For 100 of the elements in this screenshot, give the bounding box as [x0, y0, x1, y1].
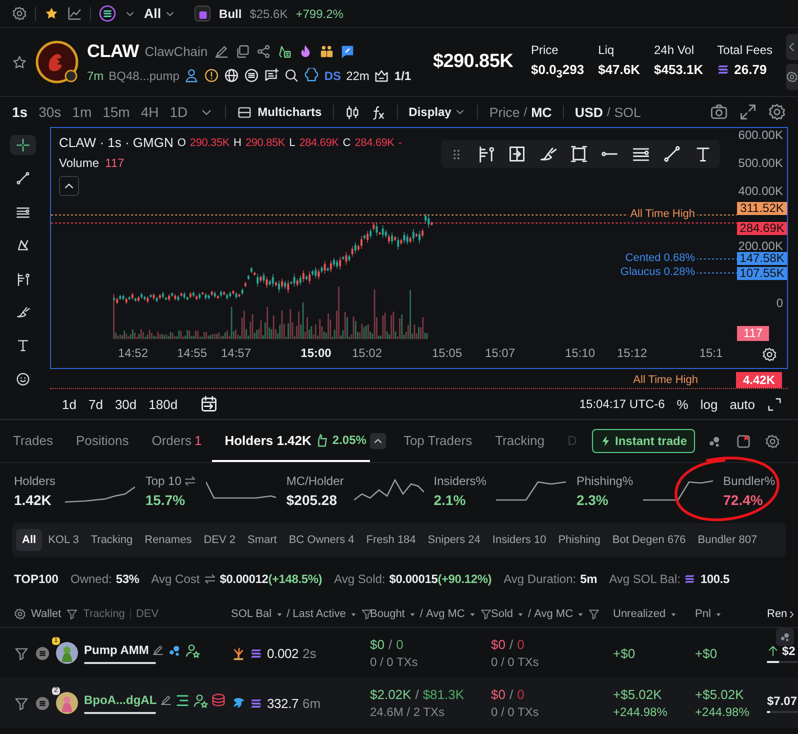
layout-icon[interactable] — [236, 104, 252, 120]
bubble-map-button[interactable] — [776, 628, 794, 646]
settings-icon[interactable] — [765, 434, 780, 448]
menu-icon[interactable] — [35, 696, 50, 710]
solana-coin-icon[interactable] — [99, 5, 116, 22]
settings-icon[interactable] — [762, 347, 777, 362]
column-header[interactable]: Last Active — [292, 608, 346, 620]
filter-chip[interactable]: BC Owners 4 — [282, 529, 360, 551]
expand-icon[interactable] — [739, 103, 757, 121]
filter-chip[interactable]: Insiders 10 — [486, 529, 552, 551]
tab[interactable]: Tracking — [482, 420, 554, 462]
price-chart[interactable] — [50, 127, 788, 369]
filter-chip[interactable]: All — [16, 529, 42, 551]
people-icon[interactable] — [318, 44, 334, 59]
filter-icon[interactable] — [14, 696, 29, 710]
range-button[interactable]: 7d — [88, 396, 103, 412]
chevron-right-icon[interactable] — [787, 610, 796, 618]
chef-hat-icon[interactable] — [304, 68, 320, 83]
column-header[interactable]: Tracking — [83, 608, 125, 620]
filter-chip[interactable]: Smart — [242, 529, 283, 551]
layers-icon[interactable] — [210, 692, 226, 708]
pencil-icon[interactable] — [214, 44, 229, 59]
fullscreen-icon[interactable] — [767, 396, 782, 412]
display-dropdown[interactable]: Display — [408, 105, 466, 119]
fibonacci-icon[interactable] — [477, 145, 495, 163]
coin-icon[interactable] — [244, 68, 260, 83]
filter-chip[interactable]: Tracking — [84, 529, 139, 551]
column-header[interactable]: Avg MC — [534, 608, 574, 620]
horizontal-lines-icon[interactable] — [632, 145, 650, 163]
column-header[interactable]: Bought — [370, 608, 405, 620]
tab[interactable]: Positions — [62, 420, 139, 462]
message-icon[interactable] — [264, 68, 280, 83]
filter-chip[interactable]: Bot Degen 676 — [606, 529, 692, 551]
settings-icon[interactable] — [12, 6, 27, 21]
settings-icon[interactable] — [14, 608, 26, 620]
chevron-left-icon[interactable] — [786, 34, 798, 60]
instant-trade-button[interactable]: Instant trade — [592, 429, 695, 453]
camera-icon[interactable] — [710, 103, 728, 121]
copy-icon[interactable] — [234, 44, 250, 59]
wallet-name[interactable]: Pump AMM — [84, 643, 149, 657]
pencil-icon[interactable] — [152, 644, 164, 656]
timeframe-tab[interactable]: 15m — [102, 104, 130, 120]
search-icon[interactable] — [284, 68, 300, 83]
rectangle-icon[interactable] — [570, 145, 588, 163]
column-header[interactable]: Unrealized — [613, 608, 666, 620]
column-header[interactable]: Avg MC — [426, 608, 465, 620]
warning-icon[interactable] — [204, 68, 220, 83]
user-star-icon[interactable] — [184, 642, 200, 658]
share-icon[interactable] — [256, 44, 271, 59]
filter-icon[interactable] — [480, 608, 492, 620]
scale-option[interactable]: log — [700, 396, 718, 412]
brush-icon[interactable] — [539, 145, 557, 163]
user-star-icon[interactable] — [192, 692, 208, 708]
scale-option[interactable]: auto — [730, 396, 755, 412]
calendar-icon[interactable] — [200, 395, 218, 413]
tab[interactable]: Orders 1 — [138, 420, 212, 462]
chevron-up-button[interactable] — [370, 433, 386, 449]
star-icon[interactable] — [44, 6, 59, 21]
crosshair-icon[interactable] — [10, 135, 36, 156]
range-button[interactable]: 30d — [114, 396, 137, 412]
timeframe-tab[interactable]: 30s — [38, 104, 62, 120]
filter-chip[interactable]: Snipers 24 — [422, 529, 486, 551]
filter-chip[interactable]: DEV 2 — [198, 529, 242, 551]
lines-icon[interactable] — [174, 692, 190, 708]
filter-chip[interactable]: Fresh 184 — [360, 529, 422, 551]
settings-icon[interactable] — [768, 103, 786, 121]
user-icon[interactable] — [184, 68, 200, 83]
filter-icon[interactable] — [14, 646, 29, 660]
swap-icon[interactable] — [204, 573, 216, 585]
column-header[interactable]: Wallet — [31, 608, 62, 620]
wallet-name[interactable]: BpoA...dgAL — [84, 693, 157, 707]
filter-chip[interactable]: Bundler 807 — [692, 529, 764, 551]
measure-icon[interactable] — [508, 145, 526, 163]
range-button[interactable]: 180d — [148, 396, 178, 412]
filter-icon[interactable] — [588, 608, 600, 620]
timeframe-tab[interactable]: 1s — [12, 104, 28, 120]
scale-option[interactable]: % — [676, 396, 688, 412]
column-header[interactable]: DEV — [136, 608, 159, 620]
bookmark-icon[interactable] — [736, 434, 751, 448]
column-header[interactable]: Pnl — [695, 608, 711, 620]
tab[interactable]: Holders 1.42K 2.05% — [212, 420, 370, 462]
candlestick-icon[interactable] — [344, 104, 360, 120]
swap-icon[interactable] — [184, 475, 196, 487]
range-button[interactable]: 1d — [62, 396, 76, 412]
timeframe-tab[interactable]: 4H — [140, 104, 159, 120]
currency-toggle[interactable]: SOL — [614, 104, 641, 120]
filter-chip[interactable]: Phishing — [552, 529, 606, 551]
timeframe-tab[interactable]: 1m — [72, 104, 92, 120]
filter-chip[interactable]: KOL 3 — [42, 529, 85, 551]
price-mode-toggle[interactable]: Price — [489, 104, 520, 120]
timeframe-tab[interactable]: 1D — [170, 104, 188, 120]
currency-toggle[interactable]: USD — [574, 104, 603, 120]
favorite-star-icon[interactable] — [12, 54, 27, 70]
tab[interactable]: Trades — [0, 420, 63, 462]
settings-icon[interactable] — [786, 64, 798, 90]
flame-clipboard-icon[interactable] — [276, 44, 292, 59]
filter-icon[interactable] — [66, 608, 78, 620]
filter-chip[interactable]: Renames — [138, 529, 198, 551]
tab[interactable]: Top Traders — [390, 420, 482, 462]
ticker-name[interactable]: Bull — [219, 6, 242, 20]
